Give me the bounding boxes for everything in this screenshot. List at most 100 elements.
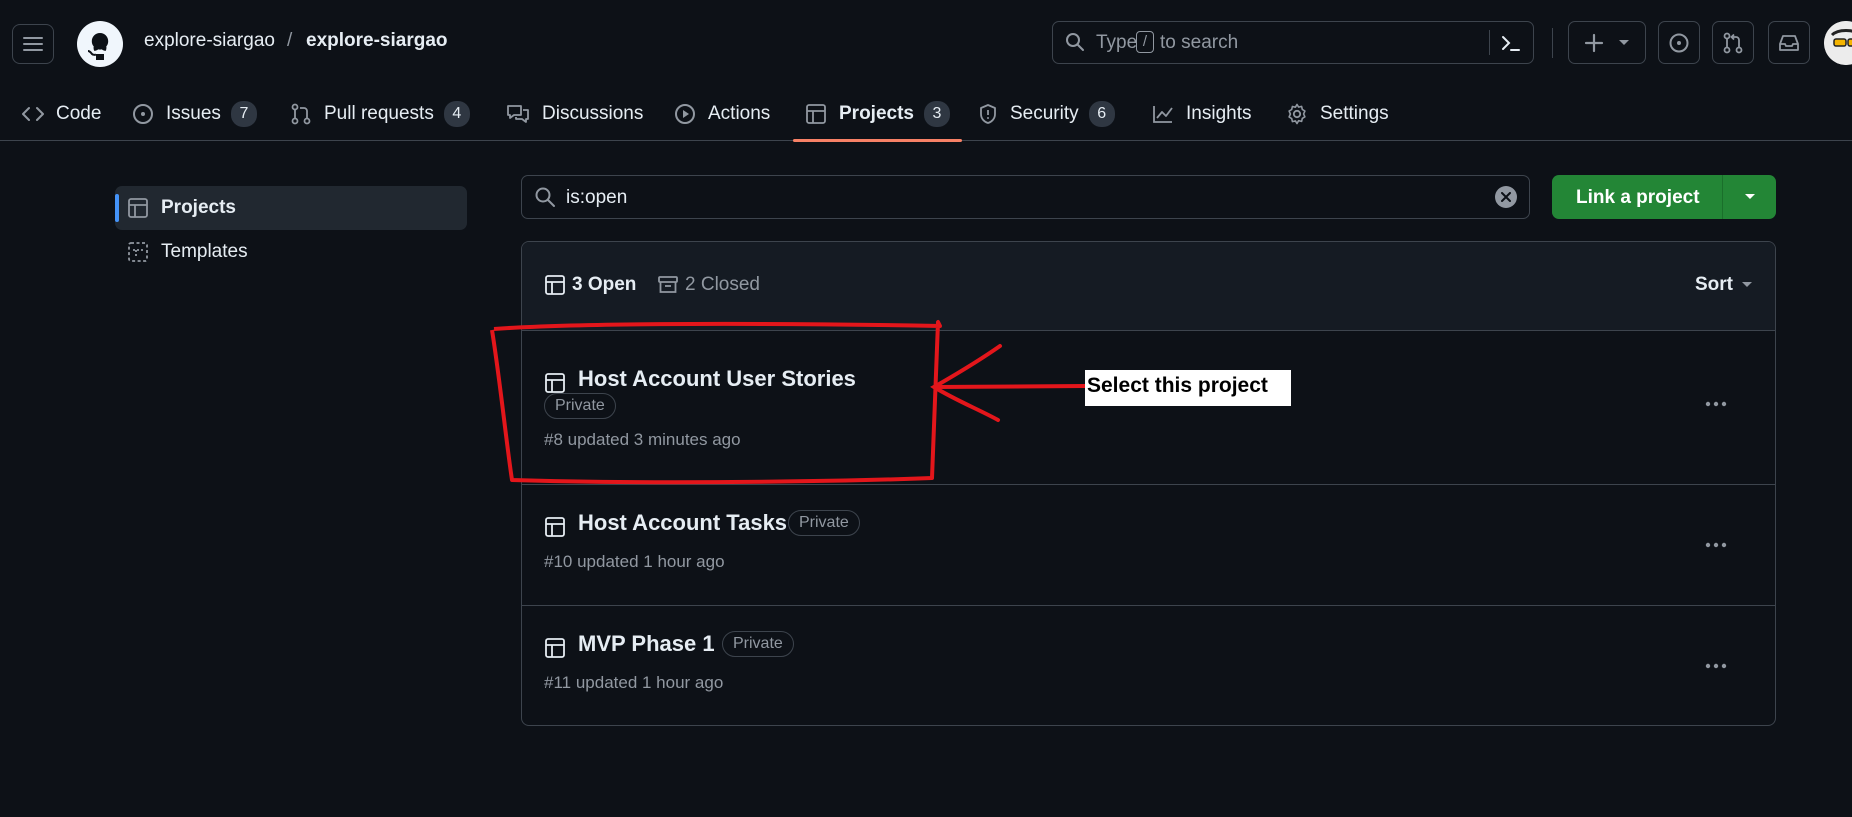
caret-down-icon [1745, 194, 1755, 199]
private-badge: Private [788, 510, 860, 536]
tab-label: Settings [1320, 102, 1389, 124]
issue-icon [133, 103, 153, 124]
closed-projects-toggle[interactable]: 2 Closed [657, 274, 760, 296]
project-title-link[interactable]: Host Account Tasks [578, 510, 787, 536]
open-projects-toggle[interactable]: 3 Open [544, 274, 636, 296]
sidebar-item-templates[interactable]: Templates [115, 230, 467, 274]
list-item[interactable]: Host Account User Stories Private #8 upd… [522, 330, 1775, 484]
sidebar-item-label: Projects [161, 197, 236, 218]
annotation-label: Select this project [1085, 370, 1291, 406]
search-shortcut-key: / [1136, 31, 1154, 53]
private-badge: Private [544, 393, 616, 419]
avatar[interactable] [1824, 21, 1852, 65]
pull-request-icon [1723, 32, 1743, 53]
kebab-menu-icon[interactable] [1705, 542, 1727, 548]
tab-code[interactable]: Code [22, 86, 101, 141]
tab-insights[interactable]: Insights [1152, 86, 1251, 141]
project-title-link[interactable]: Host Account User Stories [578, 366, 856, 392]
sidebar-item-projects[interactable]: Projects [115, 186, 467, 230]
caret-down-icon [1619, 39, 1629, 45]
sort-dropdown[interactable]: Sort [1695, 274, 1753, 296]
closed-count-label: 2 Closed [685, 274, 760, 295]
tab-security[interactable]: Security 6 [978, 86, 1115, 141]
tab-label: Code [56, 102, 102, 124]
tab-settings[interactable]: Settings [1286, 86, 1389, 141]
private-badge: Private [722, 631, 794, 657]
hamburger-icon [23, 37, 43, 51]
table-icon [545, 638, 565, 658]
table-icon [545, 373, 565, 393]
command-palette-icon[interactable] [1499, 31, 1523, 55]
tab-label: Issues [166, 102, 221, 124]
global-search-input[interactable]: Type / to search [1052, 21, 1534, 64]
pull-request-icon [291, 103, 311, 124]
breadcrumb-owner[interactable]: explore-siargao [144, 30, 275, 52]
kebab-menu-icon[interactable] [1705, 401, 1727, 407]
project-meta: #10 updated 1 hour ago [544, 552, 725, 571]
link-project-label: Link a project [1576, 187, 1700, 208]
sort-label: Sort [1695, 274, 1733, 295]
top-bar: explore-siargao / explore-siargao Type /… [0, 0, 1852, 86]
project-list: 3 Open 2 Closed Sort Host Account User S… [521, 241, 1776, 726]
menu-button[interactable] [12, 24, 54, 64]
breadcrumb-repo[interactable]: explore-siargao [306, 30, 448, 52]
tab-discussions[interactable]: Discussions [506, 86, 643, 141]
create-new-button[interactable] [1568, 21, 1646, 64]
table-icon [545, 275, 565, 295]
code-icon [22, 106, 44, 121]
project-filter-input[interactable]: is:open [521, 175, 1530, 219]
header-divider [1552, 28, 1553, 58]
search-icon [1066, 33, 1084, 51]
link-project-button[interactable]: Link a project [1552, 175, 1776, 219]
filter-value: is:open [566, 187, 628, 208]
shield-icon [980, 103, 996, 124]
inbox-icon [1779, 34, 1799, 51]
tab-projects[interactable]: Projects 3 [793, 86, 962, 142]
pull-requests-button[interactable] [1712, 21, 1754, 64]
issue-icon [1669, 33, 1689, 52]
tab-count-badge: 7 [230, 100, 257, 127]
tab-label: Security [1010, 102, 1079, 124]
link-project-dropdown[interactable] [1722, 175, 1777, 219]
tab-label: Discussions [542, 102, 644, 124]
table-icon [128, 198, 148, 218]
list-item[interactable]: MVP Phase 1 Private #11 updated 1 hour a… [522, 606, 1775, 725]
project-title-link[interactable]: MVP Phase 1 [578, 631, 715, 657]
table-icon [545, 517, 565, 537]
repo-nav: Code Issues 7 Pull requests 4 Discussion… [0, 86, 1852, 142]
tab-label: Insights [1186, 102, 1252, 124]
inbox-button[interactable] [1768, 21, 1810, 64]
discussions-icon [507, 104, 529, 123]
play-icon [675, 103, 695, 124]
search-divider [1489, 30, 1490, 55]
sidebar-item-label: Templates [161, 241, 248, 262]
tab-count-badge: 6 [1088, 100, 1115, 127]
caret-down-icon [1742, 282, 1752, 287]
list-item[interactable]: Host Account Tasks Private #10 updated 1… [522, 485, 1775, 605]
tab-actions[interactable]: Actions [674, 86, 770, 141]
template-icon [128, 242, 148, 262]
graph-icon [1153, 105, 1173, 123]
project-list-header: 3 Open 2 Closed Sort [522, 242, 1775, 331]
search-placeholder-prefix: Type [1096, 32, 1138, 53]
tab-label: Actions [708, 102, 771, 124]
open-count-label: 3 Open [572, 274, 637, 295]
breadcrumb-separator: / [287, 30, 293, 51]
project-meta: #8 updated 3 minutes ago [544, 430, 741, 449]
tab-count-badge: 3 [923, 100, 950, 127]
gear-icon [1288, 103, 1306, 124]
kebab-menu-icon[interactable] [1705, 663, 1727, 669]
clear-filter-icon[interactable] [1495, 186, 1517, 208]
issues-button[interactable] [1658, 21, 1700, 64]
tab-label: Projects [839, 102, 914, 124]
search-icon [535, 187, 555, 207]
plus-icon [1584, 33, 1604, 52]
github-logo-icon[interactable] [77, 21, 123, 67]
tab-count-badge: 4 [443, 100, 470, 127]
tab-pull-requests[interactable]: Pull requests 4 [290, 86, 470, 141]
table-icon [806, 103, 826, 124]
archive-icon [658, 276, 678, 293]
tab-label: Pull requests [324, 102, 434, 124]
search-placeholder-suffix: to search [1160, 32, 1239, 53]
tab-issues[interactable]: Issues 7 [132, 86, 257, 141]
